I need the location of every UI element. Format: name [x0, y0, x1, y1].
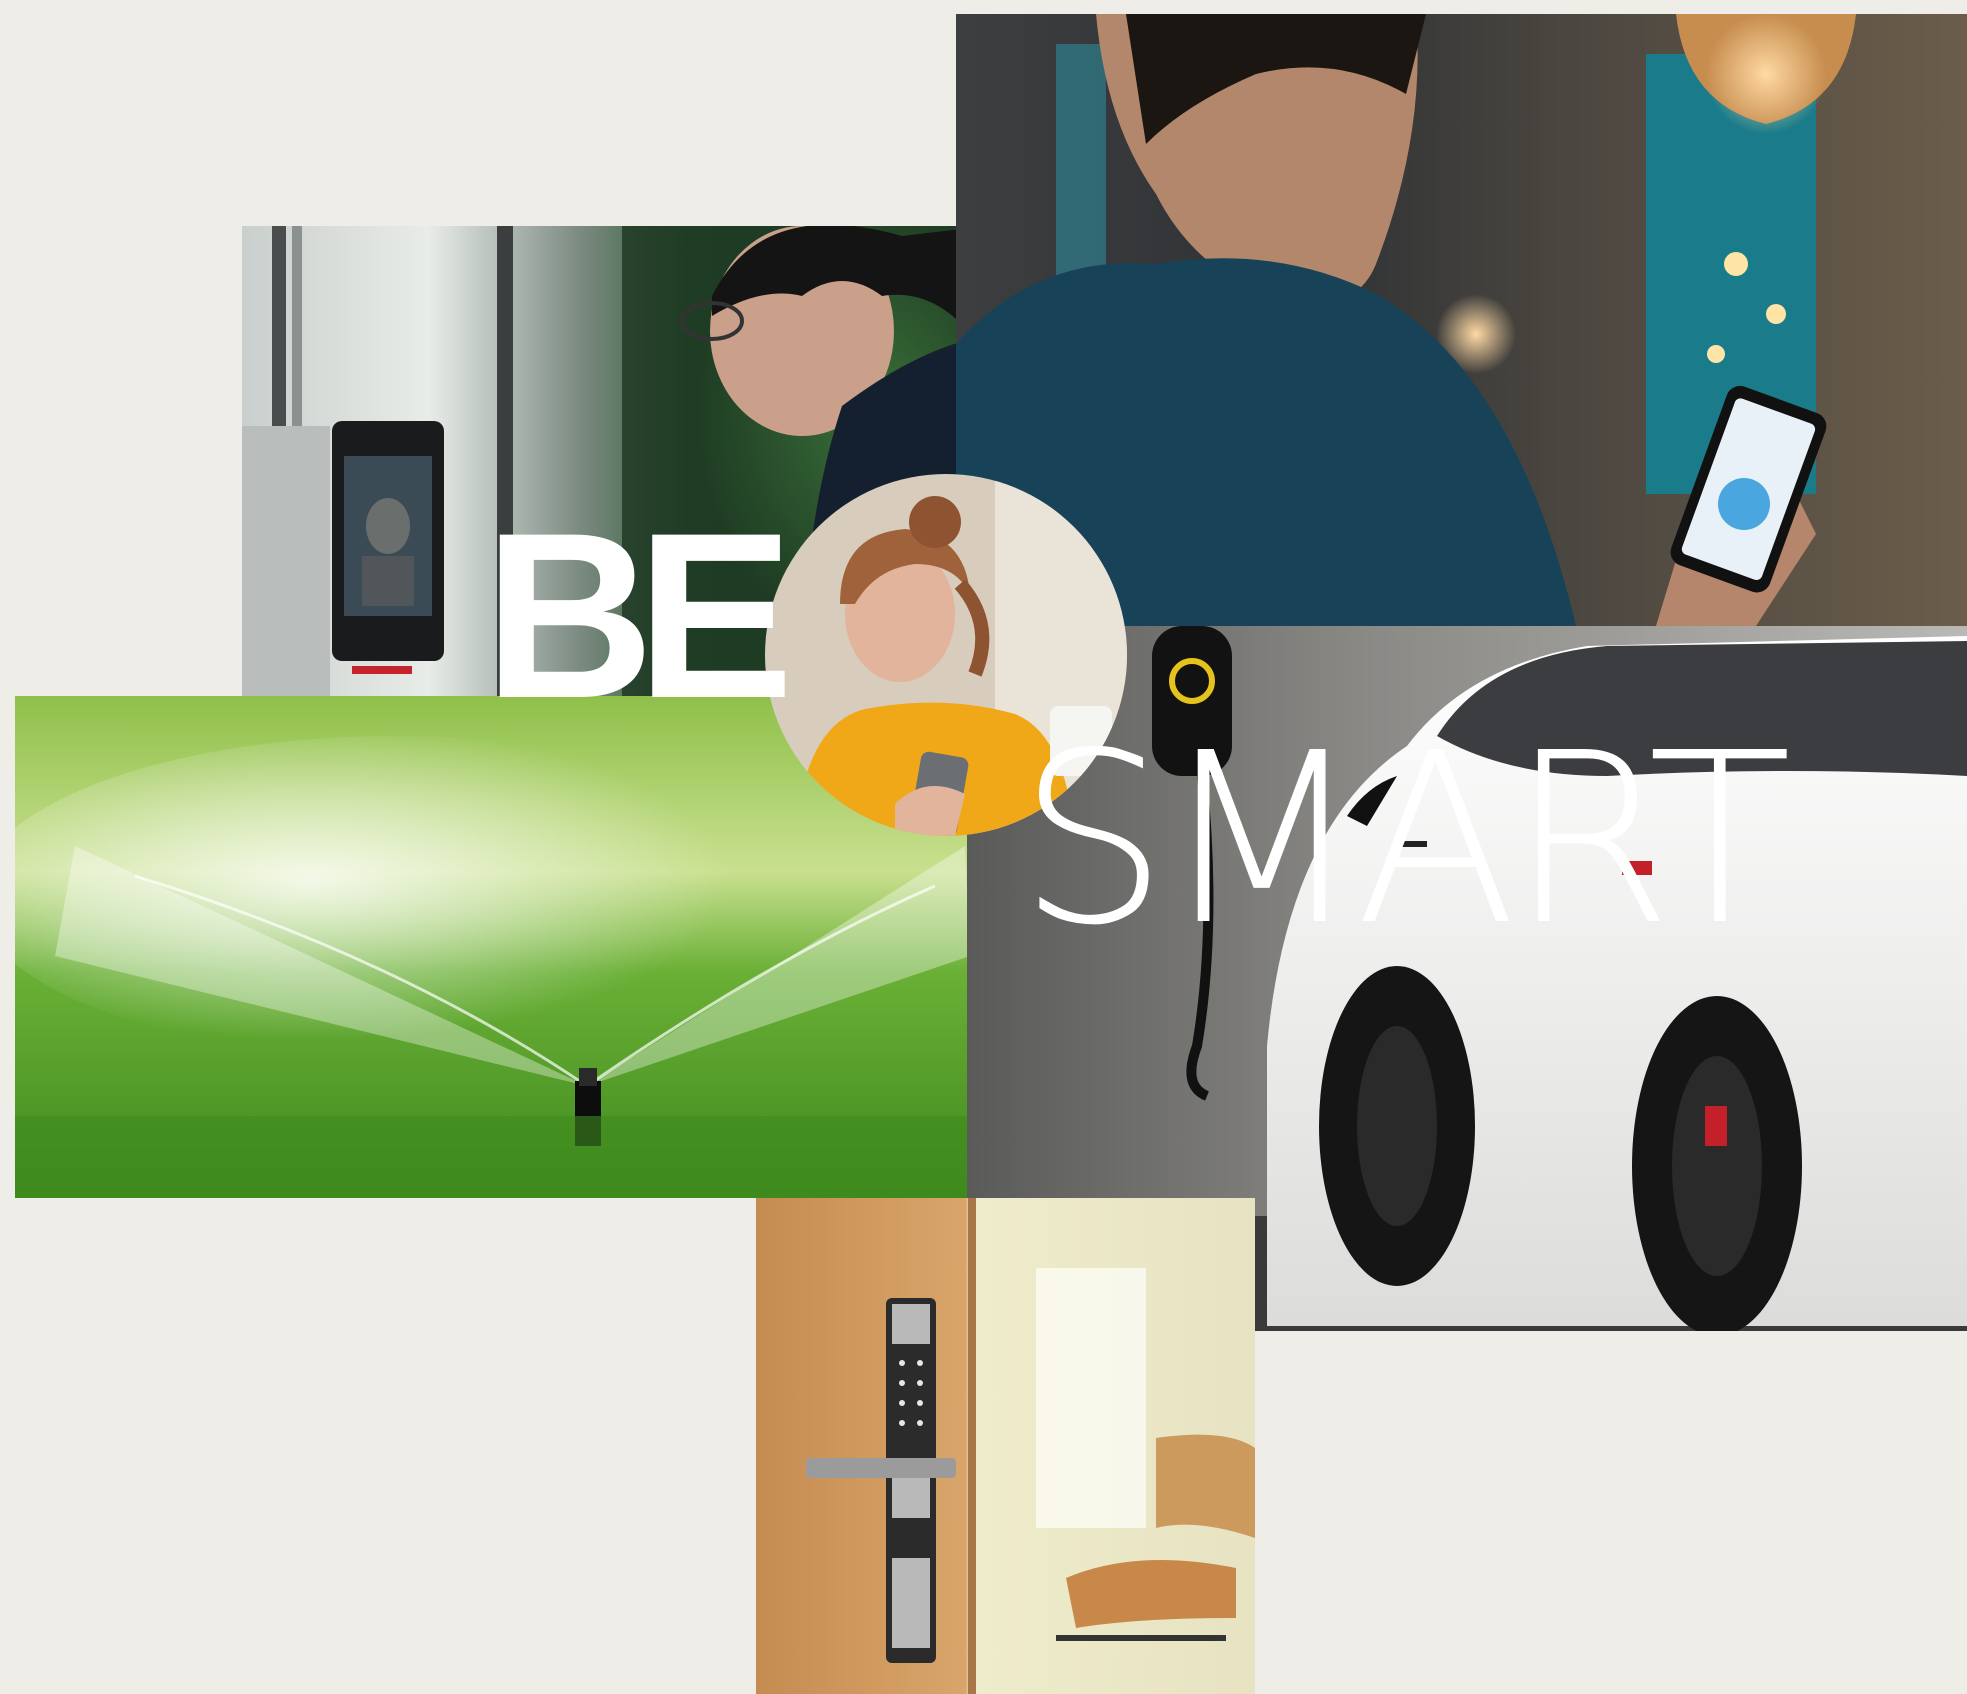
smartphone-icon	[956, 14, 1967, 626]
headline-smart: SMART	[1018, 702, 1792, 977]
keypad-lock-icon	[756, 1198, 1255, 1694]
smartphone-control-photo	[956, 14, 1967, 626]
smart-door-lock-photo	[756, 1198, 1255, 1694]
headline-be: BE	[484, 484, 794, 748]
